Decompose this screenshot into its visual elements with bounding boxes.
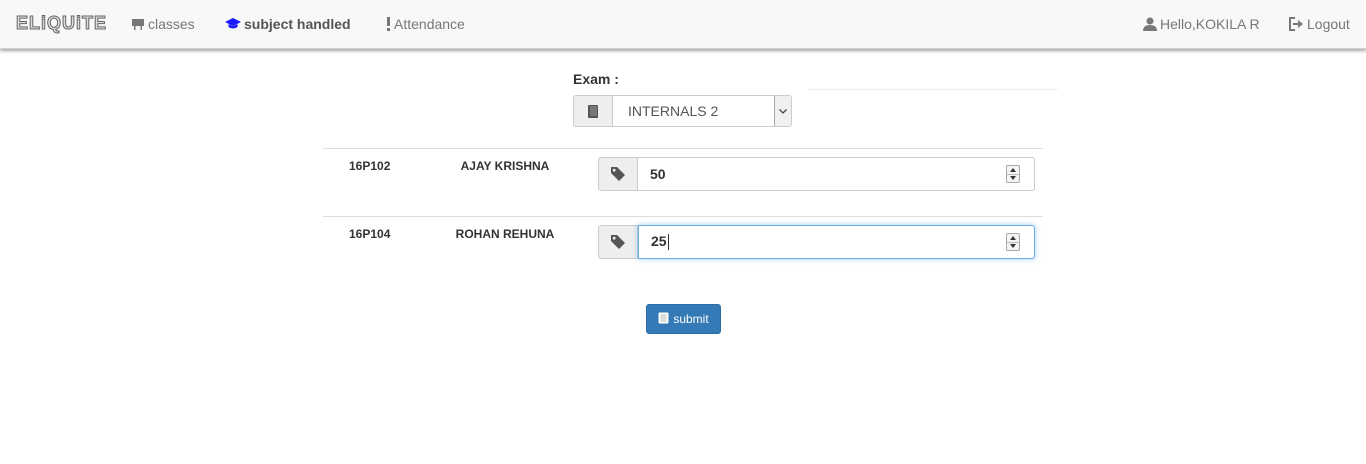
exam-label: Exam : [573,71,619,87]
mark-input-group: 25 [598,225,1035,259]
nav-attendance-label: Attendance [394,16,465,32]
nav-subject-handled[interactable]: subject handled [225,16,351,32]
spin-up-icon[interactable] [1007,166,1019,174]
spin-down-icon[interactable] [1007,241,1019,251]
book-icon [658,312,669,327]
nav-attendance[interactable]: Attendance [386,16,465,32]
number-spinner[interactable] [1006,165,1020,183]
divider [808,89,1058,90]
mark-value-wrap: 25 [651,233,669,251]
mark-input[interactable]: 25 [638,225,1035,259]
nav-classes-label: classes [148,16,195,32]
brand-logo[interactable]: ELiQUiTE [15,13,107,34]
mark-value: 25 [651,233,667,249]
mark-input[interactable]: 50 [638,157,1035,191]
user-icon [1143,17,1157,31]
blackboard-icon [131,18,145,30]
nav-user[interactable]: Hello,KOKILA R [1143,16,1260,32]
text-caret [667,233,669,250]
submit-button[interactable]: submit [646,304,721,334]
exam-selected-value: INTERNALS 2 [628,103,719,119]
book-icon [573,95,613,127]
exclamation-icon [386,17,391,31]
nav-subject-handled-label: subject handled [244,16,351,32]
exam-select-group: INTERNALS 2 [573,95,792,127]
spin-down-icon[interactable] [1007,173,1019,183]
spin-up-icon[interactable] [1007,234,1019,242]
tag-icon [598,225,638,259]
row-divider [323,216,1043,217]
student-name: AJAY KRISHNA [460,159,550,173]
student-name: ROHAN REHUNA [455,227,555,241]
graduation-cap-icon [225,18,241,30]
number-spinner[interactable] [1006,233,1020,251]
exam-select[interactable]: INTERNALS 2 [613,95,792,127]
logout-link[interactable]: Logout [1289,16,1350,32]
tag-icon [598,157,638,191]
row-divider [323,148,1043,149]
student-roll: 16P102 [349,159,391,173]
mark-value: 50 [650,166,666,182]
user-greeting: Hello,KOKILA R [1160,16,1260,32]
chevron-down-icon[interactable] [774,96,791,126]
nav-classes[interactable]: classes [131,16,195,32]
logout-icon [1289,17,1304,31]
logout-label: Logout [1307,16,1350,32]
student-roll: 16P104 [349,227,391,241]
navbar: ELiQUiTE classes subject handled Attenda… [0,0,1366,49]
submit-label: submit [673,312,709,326]
mark-input-group: 50 [598,157,1035,191]
